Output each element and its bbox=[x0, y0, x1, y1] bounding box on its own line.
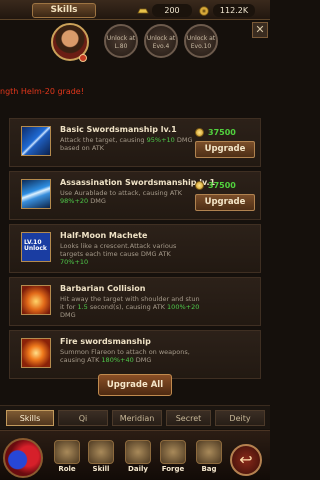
nav-skill[interactable]: Skill bbox=[86, 440, 116, 476]
barbarian-skill-icon bbox=[21, 285, 51, 315]
scrolling-banner: ngth Helm-20 grade! bbox=[0, 87, 84, 96]
coin-icon bbox=[195, 128, 204, 137]
coin-balance: 112.2K bbox=[198, 4, 255, 17]
skill-name: Basic Swordsmanship lv.1 bbox=[60, 125, 177, 134]
tab-meridian[interactable]: Meridian bbox=[112, 410, 162, 426]
skill-card-assassination-swordsmanship[interactable]: Assassination Swordsmanship lv.1 Use Aur… bbox=[9, 171, 261, 220]
unlock-level-label: LV.10 Unlock bbox=[24, 239, 47, 252]
machete-skill-icon: LV.10 Unlock bbox=[21, 232, 51, 262]
skill-name: Half-Moon Machete bbox=[60, 231, 148, 240]
hp-mp-orb-icon bbox=[3, 438, 43, 478]
coin-value: 112.2K bbox=[213, 4, 255, 17]
nav-bag[interactable]: Bag bbox=[194, 440, 224, 476]
tab-qi[interactable]: Qi bbox=[58, 410, 108, 426]
locked-slot-2[interactable]: Unlock at Evo.4 bbox=[144, 24, 178, 58]
skill-description: Attack the target, causing 95%+10 DMG ba… bbox=[60, 136, 193, 152]
nav-label: Bag bbox=[201, 465, 217, 473]
fire-skill-icon bbox=[21, 338, 51, 368]
skill-name: Assassination Swordsmanship lv.1 bbox=[60, 178, 216, 187]
skill-icon bbox=[88, 440, 114, 464]
nav-label: Daily bbox=[128, 465, 148, 473]
upgrade-cost: 37500 bbox=[208, 128, 236, 137]
upgrade-all-button[interactable]: Upgrade All bbox=[98, 374, 172, 396]
locked-slot-3[interactable]: Unlock at Evo.10 bbox=[184, 24, 218, 58]
avatar-badge-icon bbox=[79, 54, 87, 62]
tab-secret[interactable]: Secret bbox=[166, 410, 211, 426]
skill-tabs: Skills Qi Meridian Secret Deity bbox=[0, 405, 270, 429]
back-button[interactable]: ↩ bbox=[230, 444, 262, 476]
locked-slot-1[interactable]: Unlock at L.80 bbox=[104, 24, 138, 58]
nav-daily[interactable]: Daily bbox=[123, 440, 153, 476]
skill-card-half-moon-machete[interactable]: LV.10 Unlock Half-Moon Machete Looks lik… bbox=[9, 224, 261, 273]
tab-skills[interactable]: Skills bbox=[6, 410, 54, 426]
upgrade-button[interactable]: Upgrade bbox=[195, 194, 255, 211]
sword-skill-icon bbox=[21, 126, 51, 156]
skill-description: Summon Flareon to attach on weapons, cau… bbox=[60, 348, 190, 364]
coin-icon bbox=[195, 181, 204, 190]
nav-label: Role bbox=[58, 465, 76, 473]
skill-card-basic-swordsmanship[interactable]: Basic Swordsmanship lv.1 Attack the targ… bbox=[9, 118, 261, 167]
assassination-skill-icon bbox=[21, 179, 51, 209]
ingot-balance: 200 bbox=[137, 4, 192, 17]
page-title: Skills bbox=[32, 3, 96, 18]
skill-description: Use Aurablade to attack, causing ATK 98%… bbox=[60, 189, 183, 205]
skill-description: Looks like a crescent.Attack various tar… bbox=[60, 242, 177, 266]
role-icon bbox=[54, 440, 80, 464]
nav-role[interactable]: Role bbox=[52, 440, 82, 476]
skill-name: Barbarian Collision bbox=[60, 284, 146, 293]
upgrade-button[interactable]: Upgrade bbox=[195, 141, 255, 158]
nav-label: Forge bbox=[161, 465, 185, 473]
upgrade-cost: 37500 bbox=[208, 181, 236, 190]
bag-icon bbox=[196, 440, 222, 464]
hero-row: Unlock at L.80 Unlock at Evo.4 Unlock at… bbox=[0, 20, 270, 66]
coin-icon bbox=[198, 5, 210, 16]
forge-icon bbox=[160, 440, 186, 464]
skill-card-fire-swordsmanship[interactable]: Fire swordsmanship Summon Flareon to att… bbox=[9, 330, 261, 379]
daily-icon bbox=[125, 440, 151, 464]
skill-name: Fire swordsmanship bbox=[60, 337, 151, 346]
ingot-value: 200 bbox=[152, 4, 192, 17]
ingot-icon bbox=[137, 6, 149, 16]
nav-label: Skill bbox=[92, 465, 110, 473]
tab-deity[interactable]: Deity bbox=[215, 410, 265, 426]
nav-forge[interactable]: Forge bbox=[158, 440, 188, 476]
skill-description: Hit away the target with shoulder and st… bbox=[60, 295, 200, 319]
skill-card-barbarian-collision[interactable]: Barbarian Collision Hit away the target … bbox=[9, 277, 261, 326]
